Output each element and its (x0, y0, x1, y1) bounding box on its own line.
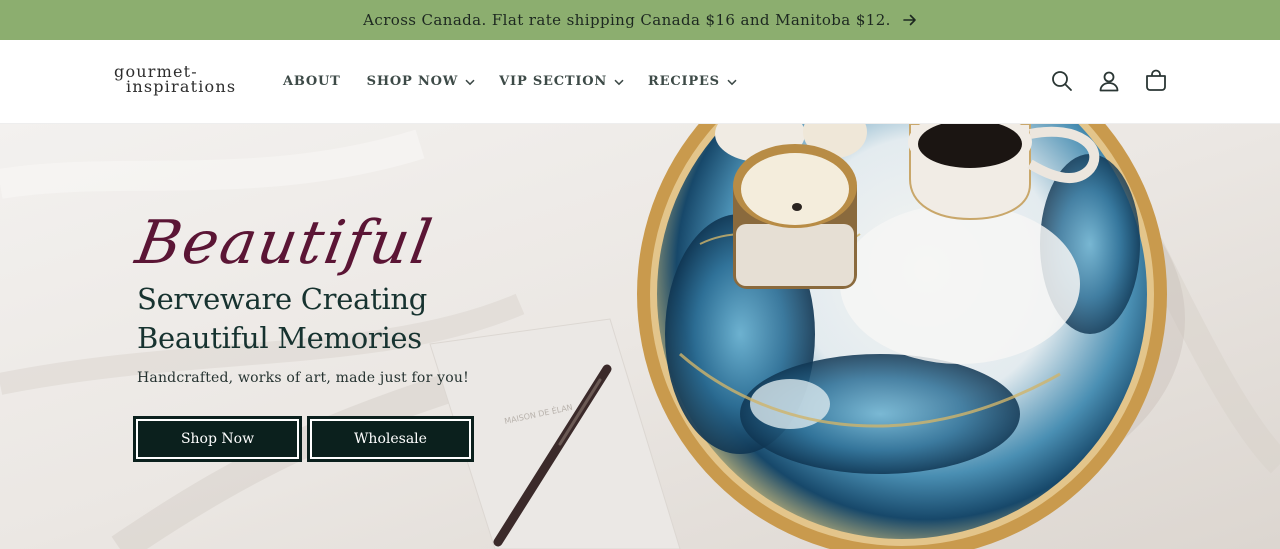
hero-banner: MAISON DE ÉLAN Beautiful Serveware Creat… (0, 124, 1280, 549)
nav-item-label: ABOUT (283, 73, 341, 89)
hero-script-title: Beautiful (130, 208, 439, 278)
chevron-down-icon (465, 79, 475, 86)
chevron-down-icon (727, 79, 737, 86)
cart-icon[interactable] (1142, 67, 1170, 95)
chevron-down-icon (614, 79, 624, 86)
shop-now-button[interactable]: Shop Now (133, 416, 302, 462)
logo-line-2: inspirations (126, 77, 237, 96)
announcement-bar[interactable]: Across Canada. Flat rate shipping Canada… (0, 0, 1280, 40)
main-nav: ABOUT SHOP NOW VIP SECTION RECIPES (283, 70, 737, 92)
hero-headline: Serveware Creating Beautiful Memories (137, 280, 517, 358)
nav-item-vip-section[interactable]: VIP SECTION (499, 70, 624, 92)
site-header: gourmet- inspirations ABOUT SHOP NOW VIP… (0, 40, 1280, 124)
wholesale-button[interactable]: Wholesale (307, 416, 474, 462)
nav-item-label: VIP SECTION (499, 73, 608, 89)
hero-subtext: Handcrafted, works of art, made just for… (137, 370, 469, 386)
hero-headline-line-2: Beautiful Memories (137, 321, 422, 355)
nav-item-label: RECIPES (648, 73, 720, 89)
arrow-right-icon[interactable] (903, 14, 917, 26)
nav-item-label: SHOP NOW (366, 73, 459, 89)
hero-text-block: Beautiful Serveware Creating Beautiful M… (131, 208, 517, 386)
header-icons (1048, 67, 1170, 95)
hero-headline-line-1: Serveware Creating (137, 282, 428, 316)
nav-item-recipes[interactable]: RECIPES (648, 70, 737, 92)
site-logo[interactable]: gourmet- inspirations (114, 64, 244, 104)
account-icon[interactable] (1095, 67, 1123, 95)
nav-item-about[interactable]: ABOUT (283, 70, 341, 92)
nav-item-shop-now[interactable]: SHOP NOW (367, 70, 476, 92)
search-icon[interactable] (1048, 67, 1076, 95)
announcement-text: Across Canada. Flat rate shipping Canada… (363, 11, 891, 29)
hero-buttons: Shop Now Wholesale (133, 416, 474, 462)
